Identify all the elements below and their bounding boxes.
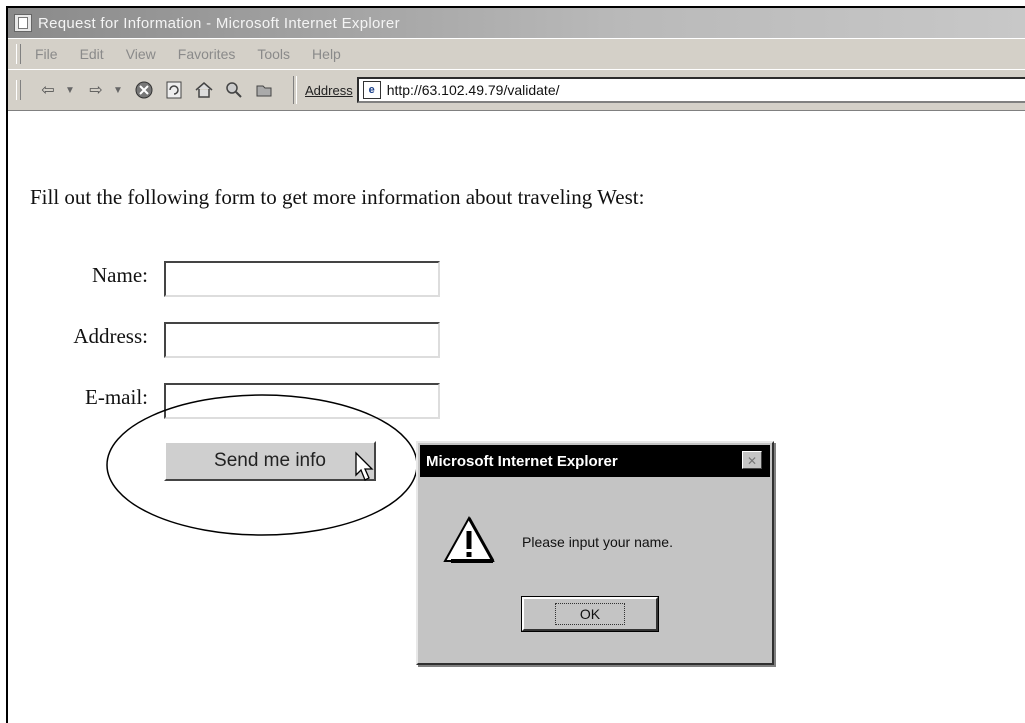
menu-grip-handle[interactable] — [16, 44, 21, 64]
browser-page-icon — [14, 14, 32, 32]
dialog-close-icon[interactable]: ✕ — [742, 451, 762, 469]
page-content: Fill out the following form to get more … — [8, 111, 1025, 723]
toolbar-separator — [293, 76, 297, 104]
menu-favorites[interactable]: Favorites — [178, 46, 236, 62]
ok-button[interactable]: OK — [521, 596, 659, 632]
address-url: http://63.102.49.79/validate/ — [386, 82, 560, 98]
warning-icon — [443, 515, 495, 563]
mouse-cursor-icon — [355, 451, 374, 481]
home-icon[interactable] — [191, 77, 217, 103]
window-title: Request for Information - Microsoft Inte… — [38, 14, 400, 32]
menu-view[interactable]: View — [126, 46, 156, 62]
toolbar: ⇦ ▼ ⇨ ▼ Address e http://63.102.49.79/va… — [8, 69, 1025, 112]
ok-button-label: OK — [554, 603, 626, 625]
stop-icon[interactable] — [131, 77, 157, 103]
address-field-label: Address: — [73, 324, 148, 348]
favorites-icon[interactable] — [251, 77, 277, 103]
name-field[interactable] — [164, 261, 440, 297]
intro-text: Fill out the following form to get more … — [30, 185, 645, 209]
address-bar[interactable]: e http://63.102.49.79/validate/ — [356, 77, 1025, 103]
address-label: Address — [305, 82, 353, 98]
forward-icon[interactable]: ⇨ — [83, 77, 109, 103]
dialog-title-bar[interactable]: Microsoft Internet Explorer ✕ — [420, 445, 770, 477]
menu-file[interactable]: File — [35, 46, 58, 62]
menu-help[interactable]: Help — [312, 46, 341, 62]
dialog-title: Microsoft Internet Explorer — [426, 452, 618, 470]
menu-tools[interactable]: Tools — [257, 46, 290, 62]
ie-page-icon: e — [362, 81, 381, 99]
refresh-icon[interactable] — [161, 77, 187, 103]
toolbar-grip-handle[interactable] — [16, 80, 21, 100]
dialog-message: Please input your name. — [522, 534, 673, 550]
name-label: Name: — [92, 263, 148, 287]
back-icon[interactable]: ⇦ — [35, 77, 61, 103]
browser-window: Request for Information - Microsoft Inte… — [6, 6, 1025, 723]
address-field[interactable] — [164, 322, 440, 358]
alert-dialog: Microsoft Internet Explorer ✕ Please inp… — [416, 441, 774, 665]
menu-edit[interactable]: Edit — [80, 46, 104, 62]
menu-bar: File Edit View Favorites Tools Help — [8, 38, 1025, 70]
forward-dropdown-icon[interactable]: ▼ — [113, 85, 127, 96]
search-icon[interactable] — [221, 77, 247, 103]
title-bar[interactable]: Request for Information - Microsoft Inte… — [8, 8, 1025, 38]
back-dropdown-icon[interactable]: ▼ — [65, 85, 79, 96]
